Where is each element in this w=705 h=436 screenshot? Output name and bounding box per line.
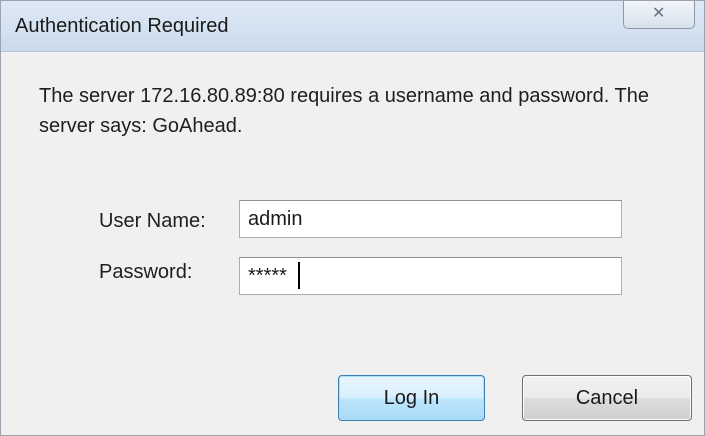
close-icon: ✕: [652, 5, 666, 22]
title-bar[interactable]: Authentication Required ✕: [1, 1, 704, 52]
password-label: Password:: [99, 261, 193, 283]
login-button[interactable]: Log In: [338, 375, 485, 421]
password-input[interactable]: [239, 257, 622, 295]
cancel-button[interactable]: Cancel: [522, 375, 692, 421]
username-label: User Name:: [99, 210, 206, 232]
text-caret: [298, 262, 300, 289]
auth-dialog: Authentication Required ✕ The server 172…: [0, 0, 705, 436]
close-button[interactable]: ✕: [623, 1, 695, 29]
auth-message: The server 172.16.80.89:80 requires a us…: [39, 85, 649, 137]
username-input[interactable]: [239, 200, 622, 238]
window-title: Authentication Required: [15, 15, 229, 37]
